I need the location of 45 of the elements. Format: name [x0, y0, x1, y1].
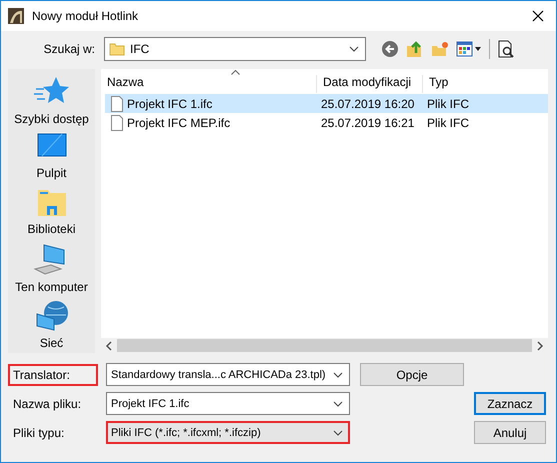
- column-header[interactable]: Nazwa: [101, 75, 317, 93]
- folder-icon: [109, 41, 125, 57]
- file-date: 25.07.2019 16:21: [320, 116, 416, 130]
- scroll-left-icon[interactable]: [105, 340, 113, 350]
- column-header[interactable]: Typ: [423, 75, 548, 93]
- select-button[interactable]: Zaznacz: [474, 392, 546, 415]
- file-type-dropdown[interactable]: Pliki IFC (*.ifc; *.ifcxml; *.ifczip): [106, 421, 350, 444]
- chevron-down-icon: [333, 372, 343, 378]
- close-icon[interactable]: [532, 10, 544, 22]
- file-row[interactable]: Projekt IFC 1.ifc 25.07.2019 16:20 Plik IFC: [105, 94, 548, 113]
- file-type-label: Pliki typu:: [12, 424, 66, 442]
- places-item[interactable]: Pulpit: [34, 131, 70, 185]
- chevron-down-icon: [333, 430, 343, 436]
- look-in-dropdown[interactable]: IFC: [104, 37, 366, 61]
- app-icon: [8, 8, 24, 24]
- new-folder-icon[interactable]: [431, 41, 449, 57]
- file-type: Plik IFC: [426, 116, 470, 130]
- column-header[interactable]: Data modyfikacji: [317, 75, 423, 93]
- back-icon[interactable]: [381, 40, 399, 58]
- chevron-down-icon: [349, 46, 359, 52]
- file-row[interactable]: Projekt IFC MEP.ifc 25.07.2019 16:21 Plik IFC: [105, 113, 548, 132]
- file-name: Projekt IFC MEP.ifc: [127, 116, 230, 130]
- file-date: 25.07.2019 16:20: [320, 96, 416, 110]
- translator-label: Translator:: [8, 364, 98, 386]
- file-name-label: Nazwa pliku:: [12, 396, 82, 412]
- preview-icon[interactable]: [497, 40, 515, 58]
- file-icon: [111, 114, 123, 130]
- chevron-down-icon: [333, 400, 343, 406]
- look-in-label: Szukaj w:: [42, 42, 95, 56]
- translator-dropdown[interactable]: Standardowy transla...c ARCHICADa 23.tpl): [106, 363, 350, 386]
- file-icon: [111, 96, 123, 112]
- file-name: Projekt IFC 1.ifc: [127, 96, 212, 110]
- places-item[interactable]: Sieć: [34, 299, 70, 353]
- view-menu-icon[interactable]: [456, 41, 482, 57]
- cancel-button[interactable]: Anuluj: [474, 421, 546, 444]
- folder-up-icon[interactable]: [406, 40, 424, 58]
- scroll-right-icon[interactable]: [536, 340, 544, 350]
- window-title: Nowy moduł Hotlink: [32, 9, 140, 23]
- network-icon: [34, 299, 70, 333]
- file-type: Plik IFC: [426, 96, 470, 110]
- places-item[interactable]: Szybki dostęp: [14, 75, 89, 129]
- places-item[interactable]: Ten komputer: [15, 243, 88, 297]
- options-button[interactable]: Opcje: [360, 363, 464, 386]
- places-item[interactable]: Biblioteki: [27, 187, 76, 241]
- file-name-field[interactable]: Projekt IFC 1.ifc: [106, 392, 350, 415]
